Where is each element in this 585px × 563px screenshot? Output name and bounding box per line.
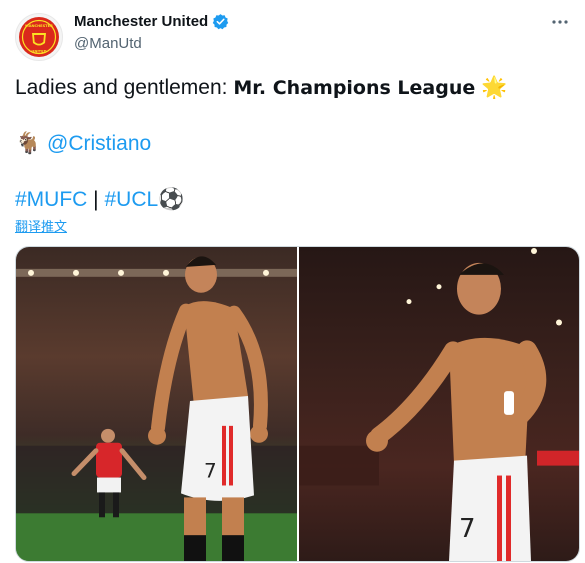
tweet-text-line-1: Ladies and gentlemen: Mr. Champions Leag… [15, 75, 570, 101]
translate-tweet-link[interactable]: 翻译推文 [15, 216, 67, 235]
hashtag-mufc-link[interactable]: #MUFC [15, 188, 87, 211]
manchester-united-crest-icon: MANCHESTER UNITED [19, 17, 59, 57]
photo-player-celebrating-pitch: 7 [16, 256, 297, 561]
hashtag-ucl-link[interactable]: #UCL [104, 188, 158, 211]
more-options-button[interactable] [549, 12, 571, 32]
mention-link[interactable]: @Cristiano [47, 132, 151, 155]
tweet-text-prefix: Ladies and gentlemen: [15, 76, 234, 99]
soccer-ball-emoji-icon: ⚽ [158, 188, 185, 211]
avatar[interactable]: MANCHESTER UNITED [15, 13, 63, 61]
media-grid: 7 7 [15, 246, 580, 562]
media-photo-1[interactable]: 7 [16, 247, 297, 561]
goat-emoji-icon: 🐐 [15, 132, 42, 155]
author-handle[interactable]: @ManUtd [74, 35, 142, 52]
photo-player-celebrating-closeup: 7 [299, 247, 579, 561]
crest-top-text: MANCHESTER [25, 24, 53, 28]
media-photo-2[interactable]: 7 [299, 247, 579, 561]
star-emoji-icon: 🌟 [481, 76, 508, 99]
hashtag-separator: | [87, 188, 105, 211]
display-name[interactable]: Manchester United [74, 13, 208, 30]
tweet-text-bold: Mr. Champions League [233, 77, 476, 99]
more-horizontal-icon [552, 20, 568, 24]
shirt-number-right: 7 [459, 514, 476, 544]
crest-bottom-text: UNITED [31, 50, 46, 54]
tweet-text-line-3: #MUFC | #UCL⚽ [15, 187, 570, 213]
author-name-row: Manchester United [74, 13, 229, 30]
verified-badge-icon [212, 14, 229, 30]
shirt-number-left: 7 [204, 460, 217, 483]
tweet-text-line-2: 🐐 @Cristiano [15, 131, 570, 157]
